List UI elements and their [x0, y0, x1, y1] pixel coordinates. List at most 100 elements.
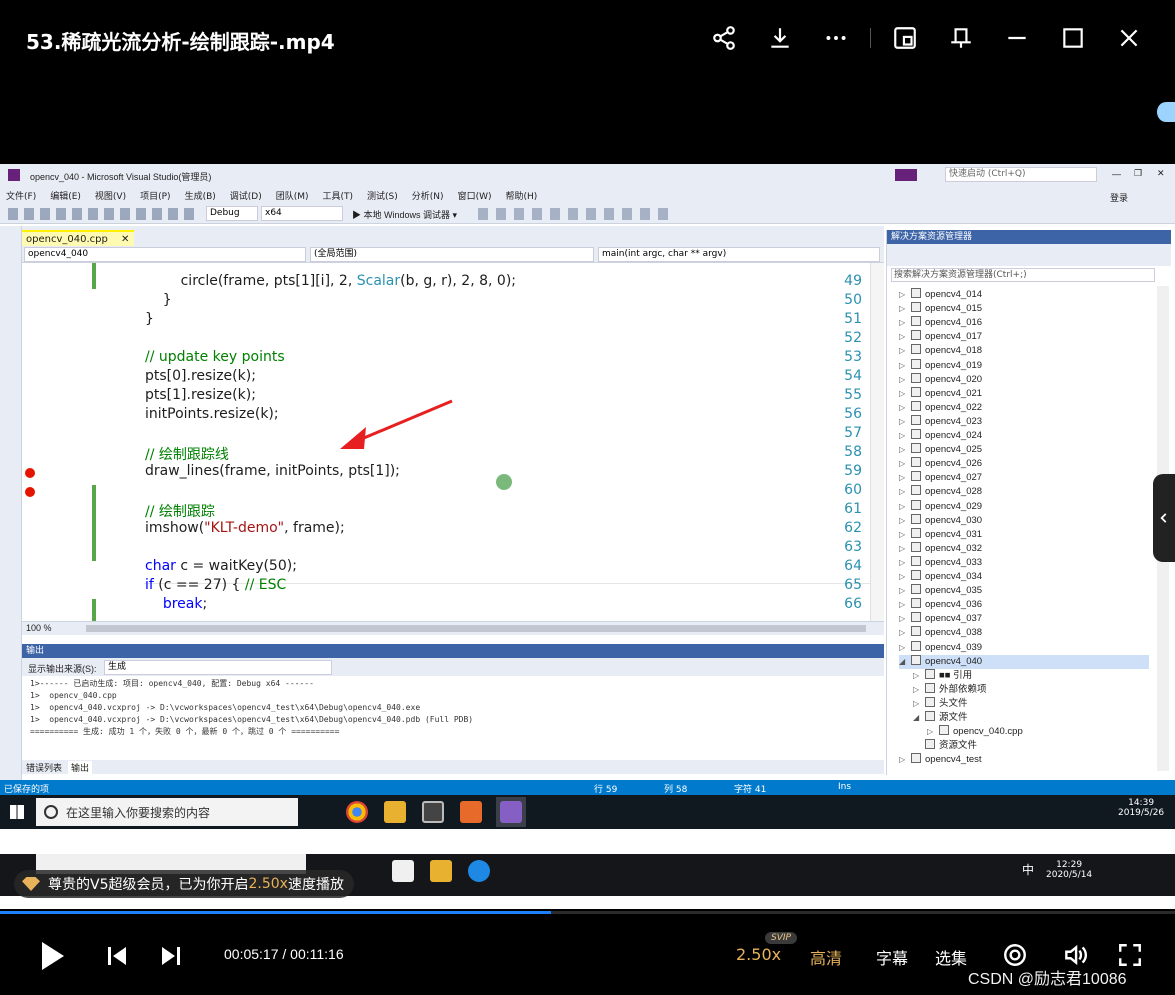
output-source-select[interactable]: 生成 [104, 660, 332, 675]
solution-item[interactable]: ▷ opencv4_033 [899, 555, 982, 570]
scope-dropdown[interactable]: (全局范围) [310, 247, 594, 262]
explorer-icon[interactable] [384, 801, 406, 823]
maximize-icon[interactable] [1045, 22, 1101, 54]
menu-tools[interactable]: 工具(T) [323, 189, 354, 202]
collapsed-icon[interactable]: ▷ [899, 471, 911, 485]
collapsed-icon[interactable]: ▷ [899, 429, 911, 443]
subtitle-button[interactable]: 字幕 [876, 945, 908, 969]
solution-item[interactable]: ▷ opencv4_027 [899, 471, 982, 485]
collapsed-icon[interactable]: ▷ [899, 542, 911, 556]
solution-file[interactable]: ▷ opencv_040.cpp [927, 725, 1023, 739]
collapsed-icon[interactable]: ▷ [899, 401, 911, 415]
more-icon[interactable] [808, 22, 864, 54]
toolbar-icons-2[interactable] [478, 208, 668, 220]
solution-item[interactable]: ▷ opencv4_015 [899, 302, 982, 316]
previous-icon[interactable] [106, 946, 128, 970]
collapsed-icon[interactable]: ▷ [899, 584, 911, 598]
solution-folder[interactable]: ▷ 头文件 [913, 696, 968, 711]
chrome-icon[interactable] [346, 801, 368, 823]
solution-item[interactable]: ▷ opencv4_037 [899, 612, 982, 626]
windows-start-icon[interactable] [10, 805, 24, 819]
solution-folder[interactable]: ◢ 源文件 [913, 711, 968, 725]
collapsed-icon[interactable]: ▷ [899, 485, 911, 499]
calendar-icon[interactable] [422, 801, 444, 823]
menu-analyze[interactable]: 分析(N) [412, 189, 444, 202]
quality-button[interactable]: 高清 [810, 945, 842, 969]
play-icon[interactable] [38, 940, 66, 976]
solution-item[interactable]: ▷ opencv4_021 [899, 386, 982, 401]
solution-item[interactable]: ▷ opencv4_039 [899, 640, 982, 655]
app-icon[interactable] [460, 801, 482, 823]
login-link[interactable]: 登录 [1110, 191, 1128, 204]
vs-restore-icon[interactable]: ❐ [1134, 168, 1142, 179]
edge-icon[interactable] [468, 860, 490, 882]
run-debugger-button[interactable]: ▶ 本地 Windows 调试器 ▾ [352, 208, 457, 221]
code-editor[interactable]: 49 circle(frame, pts[1][i], 2, Scalar(b,… [22, 263, 884, 621]
collapsed-icon[interactable]: ▷ [899, 641, 911, 655]
collapsed-icon[interactable]: ▷ [899, 387, 911, 401]
solution-item[interactable]: ▷ opencv4_024 [899, 429, 982, 443]
mini-player-icon[interactable] [877, 22, 933, 54]
collapsed-icon[interactable]: ▷ [899, 415, 911, 429]
collapsed-icon[interactable]: ▷ [899, 514, 911, 528]
expanded-icon[interactable]: ◢ [899, 655, 911, 669]
collapsed-icon[interactable]: ▷ [899, 528, 911, 542]
download-icon[interactable] [752, 22, 808, 54]
collapsed-icon[interactable]: ▷ [899, 556, 911, 570]
speed-button[interactable]: 2.50x [736, 945, 781, 964]
solution-item[interactable]: ▷ opencv4_019 [899, 358, 982, 373]
solution-item[interactable]: ▷ opencv4_025 [899, 443, 982, 457]
solution-item[interactable]: ▷ opencv4_023 [899, 414, 982, 429]
solution-item[interactable]: ▷ opencv4_029 [899, 499, 982, 514]
collapsed-icon[interactable]: ▷ [899, 359, 911, 373]
collapsed-icon[interactable]: ▷ [927, 725, 939, 739]
solution-item[interactable]: ▷ opencv4_035 [899, 584, 982, 598]
collapsed-icon[interactable]: ▷ [899, 344, 911, 358]
tab-output[interactable]: 输出 [68, 761, 93, 774]
host-explorer-icon[interactable] [430, 860, 452, 882]
solution-search-input[interactable]: 搜索解决方案资源管理器(Ctrl+;) [891, 268, 1155, 282]
solution-explorer-toolbar[interactable] [887, 244, 1171, 266]
minimize-icon[interactable] [989, 22, 1045, 54]
solution-item[interactable]: ▷ opencv4_test [899, 753, 982, 767]
collapsed-icon[interactable]: ▷ [899, 612, 911, 626]
toolbar-icons[interactable] [8, 208, 198, 220]
close-icon[interactable] [1101, 22, 1157, 54]
menu-window[interactable]: 窗口(W) [458, 189, 492, 202]
share-icon[interactable] [696, 22, 752, 54]
project-dropdown[interactable]: opencv4_040 [24, 247, 306, 262]
store-icon[interactable] [392, 860, 414, 882]
collapsed-icon[interactable]: ▷ [899, 373, 911, 387]
breakpoint-icon[interactable] [25, 468, 35, 478]
collapsed-icon[interactable]: ▷ [899, 753, 911, 767]
progress-fill[interactable] [0, 911, 552, 914]
solution-item[interactable]: ▷ opencv4_034 [899, 570, 982, 584]
collapsed-icon[interactable]: ▷ [913, 697, 925, 711]
solution-item[interactable]: ▷ opencv4_022 [899, 400, 982, 415]
solution-item[interactable]: ▷ opencv4_028 [899, 485, 982, 499]
float-badge-icon[interactable] [1157, 102, 1175, 122]
left-tool-strip[interactable] [0, 226, 22, 781]
solution-item[interactable]: ▷ opencv4_031 [899, 527, 982, 542]
notification-flag-icon[interactable] [895, 169, 917, 181]
collapsed-icon[interactable]: ▷ [899, 457, 911, 471]
menu-edit[interactable]: 编辑(E) [50, 189, 81, 202]
breakpoint-icon[interactable] [25, 487, 35, 497]
side-panel-toggle[interactable] [1153, 474, 1175, 562]
episodes-button[interactable]: 选集 [935, 945, 967, 969]
expanded-icon[interactable]: ◢ [913, 711, 925, 725]
menu-team[interactable]: 团队(M) [276, 189, 309, 202]
solution-item[interactable]: ▷ opencv4_014 [899, 288, 982, 302]
collapsed-icon[interactable]: ▷ [899, 302, 911, 316]
solution-item-active[interactable]: ◢ opencv4_040 [899, 654, 1149, 669]
pin-top-icon[interactable] [933, 22, 989, 54]
menu-view[interactable]: 视图(V) [95, 189, 126, 202]
collapsed-icon[interactable]: ▷ [899, 330, 911, 344]
config-select[interactable]: Debug [206, 206, 258, 221]
menu-test[interactable]: 测试(S) [367, 189, 398, 202]
menu-build[interactable]: 生成(B) [185, 189, 216, 202]
vs-minimize-icon[interactable]: — [1112, 169, 1121, 179]
taskbar-search[interactable]: 在这里输入你要搜索的内容 [36, 798, 298, 826]
solution-item[interactable]: ▷ opencv4_026 [899, 457, 982, 471]
solution-item[interactable]: ▷ opencv4_036 [899, 598, 982, 612]
